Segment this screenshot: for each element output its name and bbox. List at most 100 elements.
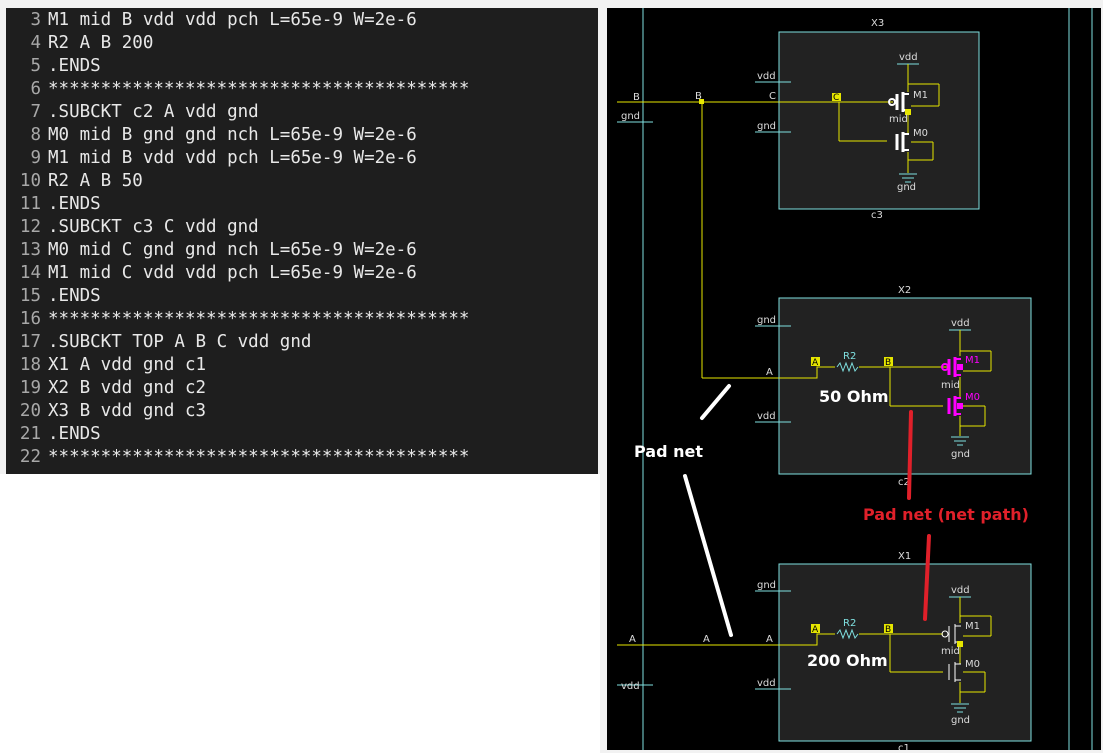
- code-editor[interactable]: 3 M1 mid B vdd vdd pch L=65e-9 W=2e-6 4 R2…: [6, 8, 598, 474]
- res-label: R2: [843, 351, 856, 362]
- line-text: X3 B vdd gnd c3: [48, 401, 207, 421]
- port-a: A: [766, 634, 773, 645]
- line-number: 8: [30, 125, 41, 145]
- m1-label: M1: [913, 90, 928, 101]
- line-number: 3: [30, 10, 41, 30]
- line-number: 22: [19, 447, 41, 467]
- top-pin-b[interactable]: B: [633, 92, 640, 103]
- code-line: 22 **************************************…: [6, 446, 598, 469]
- gnd-supply: gnd: [951, 449, 970, 460]
- m0-label: M0: [913, 128, 928, 139]
- line-text: .SUBCKT c2 A vdd gnd: [48, 102, 259, 122]
- net-b: B: [885, 625, 891, 635]
- line-text: R2 A B 50: [48, 171, 143, 191]
- instance-x1[interactable]: X1 c1 gnd vdd A A B R2 vdd M1 mid M0 gnd: [755, 551, 1032, 750]
- m0-label: M0: [965, 392, 980, 403]
- line-number: 21: [19, 424, 41, 444]
- net-a: A: [812, 358, 819, 368]
- line-text: ****************************************: [48, 309, 470, 329]
- line-text: .ENDS: [48, 56, 101, 76]
- pin-vdd: vdd: [757, 678, 776, 689]
- line-text: X2 B vdd gnd c2: [48, 378, 207, 398]
- pin-vdd: vdd: [757, 411, 776, 422]
- line-number: 7: [30, 102, 41, 122]
- instance-name: X3: [871, 18, 884, 29]
- line-number: 15: [19, 286, 41, 306]
- vdd-supply: vdd: [899, 52, 918, 63]
- line-text: ****************************************: [48, 79, 470, 99]
- m1-label: M1: [965, 621, 980, 632]
- line-text: .ENDS: [48, 286, 101, 306]
- line-text: ****************************************: [48, 447, 470, 467]
- instance-x2[interactable]: X2 c2 gnd vdd A A B R2 vdd M1 mid M0 gnd: [755, 285, 1032, 488]
- pin-vdd: vdd: [757, 71, 776, 82]
- net-label-a: A: [703, 634, 710, 645]
- line-number: 19: [19, 378, 41, 398]
- line-text: .SUBCKT TOP A B C vdd gnd: [48, 332, 312, 352]
- code-line: 21 .ENDS: [6, 423, 598, 446]
- code-line: 7 .SUBCKT c2 A vdd gnd: [6, 101, 598, 124]
- line-number: 5: [30, 56, 41, 76]
- code-line: 18 X1 A vdd gnd c1: [6, 354, 598, 377]
- line-text: M1 mid C vdd vdd pch L=65e-9 W=2e-6: [48, 263, 417, 283]
- top-pin-gnd[interactable]: gnd: [621, 111, 640, 122]
- net-c: C: [833, 93, 839, 103]
- gnd-supply: gnd: [951, 715, 970, 726]
- pad-net-label: Pad net: [634, 442, 703, 461]
- line-number: 20: [19, 401, 41, 421]
- pad-net-arrow-up: [700, 384, 731, 420]
- pad-net-arrow-down: [683, 474, 733, 637]
- instance-name: X1: [898, 551, 911, 562]
- code-line: 4 R2 A B 200: [6, 32, 598, 55]
- line-number: 6: [30, 79, 41, 99]
- port-a: A: [766, 367, 773, 378]
- gnd-supply: gnd: [897, 182, 916, 193]
- pin-gnd: gnd: [757, 315, 776, 326]
- instance-x3[interactable]: X3 c3 vdd gnd C C vdd M1 mid M0 gnd: [755, 18, 980, 221]
- code-line: 15 .ENDS: [6, 285, 598, 308]
- top-pin-a[interactable]: A: [629, 634, 636, 645]
- code-line: 20 X3 B vdd gnd c3: [6, 400, 598, 423]
- line-text: .SUBCKT c3 C vdd gnd: [48, 217, 259, 237]
- line-text: .ENDS: [48, 194, 101, 214]
- line-number: 17: [19, 332, 41, 352]
- code-line: 13 M0 mid C gnd gnd nch L=65e-9 W=2e-6: [6, 239, 598, 262]
- pin-gnd: gnd: [757, 580, 776, 591]
- line-text: M0 mid B gnd gnd nch L=65e-9 W=2e-6: [48, 125, 417, 145]
- pin-gnd: gnd: [757, 121, 776, 132]
- line-text: M1 mid B vdd vdd pch L=65e-9 W=2e-6: [48, 10, 417, 30]
- resistance-annotation-50: 50 Ohm: [819, 387, 889, 406]
- net-a: A: [812, 625, 819, 635]
- line-number: 11: [19, 194, 41, 214]
- code-line: 11 .ENDS: [6, 193, 598, 216]
- m0-label: M0: [965, 659, 980, 670]
- cell-name: c3: [871, 210, 883, 221]
- blank-area: [0, 474, 600, 753]
- vdd-supply: vdd: [951, 585, 970, 596]
- line-text: M1 mid B vdd vdd pch L=65e-9 W=2e-6: [48, 148, 417, 168]
- line-number: 10: [19, 171, 41, 191]
- line-text: R2 A B 200: [48, 33, 154, 53]
- m1-label: M1: [965, 355, 980, 366]
- res-label: R2: [843, 618, 856, 629]
- pad-net-path-label: Pad net (net path): [863, 505, 1029, 524]
- line-number: 9: [30, 148, 41, 168]
- code-line: 5 .ENDS: [6, 55, 598, 78]
- net-path-marker-up: [907, 410, 913, 500]
- line-text: M0 mid C gnd gnd nch L=65e-9 W=2e-6: [48, 240, 417, 260]
- schematic-canvas[interactable]: B gnd B A A vdd X3 c3 vdd gnd C C vdd M1: [607, 8, 1101, 750]
- top-pin-vdd[interactable]: vdd: [621, 681, 640, 692]
- vdd-supply: vdd: [951, 318, 970, 329]
- line-number: 16: [19, 309, 41, 329]
- code-line: 14 M1 mid C vdd vdd pch L=65e-9 W=2e-6: [6, 262, 598, 285]
- code-line: 6 ***************************************…: [6, 78, 598, 101]
- line-text: X1 A vdd gnd c1: [48, 355, 207, 375]
- code-line: 16 **************************************…: [6, 308, 598, 331]
- mid-label: mid: [941, 380, 960, 391]
- net-b: B: [885, 358, 891, 368]
- code-line: 12 .SUBCKT c3 C vdd gnd: [6, 216, 598, 239]
- port-c: C: [769, 91, 776, 102]
- mid-label: mid: [889, 114, 908, 125]
- code-line: 8 M0 mid B gnd gnd nch L=65e-9 W=2e-6: [6, 124, 598, 147]
- net-label-b: B: [695, 91, 702, 102]
